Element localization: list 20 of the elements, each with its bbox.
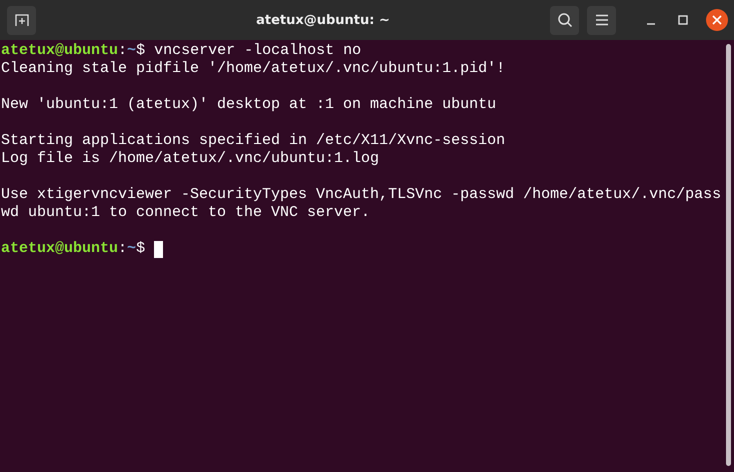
- search-icon: [556, 12, 572, 28]
- scrollbar[interactable]: [726, 44, 731, 466]
- close-icon: [712, 15, 722, 25]
- new-tab-icon: [14, 12, 30, 28]
- window-title: atetux@ubuntu: ~: [255, 12, 391, 28]
- terminal-line: atetux@ubuntu:~$: [1, 240, 146, 258]
- menu-icon: [594, 14, 608, 26]
- terminal-line: Log file is /home/atetux/.vnc/ubuntu:1.log: [1, 150, 380, 168]
- new-tab-button[interactable]: [7, 6, 36, 34]
- terminal-line: wd ubuntu:1 to connect to the VNC server.: [1, 204, 370, 222]
- terminal-line: Use xtigervncviewer -SecurityTypes VncAuth,TLSVnc -passwd /home/atetux/.vnc/pass: [1, 186, 722, 204]
- minimize-icon: [646, 23, 656, 25]
- terminal-line: atetux@ubuntu:~$ vncserver -localhost no: [1, 42, 362, 60]
- search-button[interactable]: [550, 6, 579, 34]
- menu-button[interactable]: [587, 6, 616, 34]
- close-button[interactable]: [706, 9, 728, 31]
- terminal-line: Cleaning stale pidfile '/home/atetux/.vnc/ubuntu:1.pid'!: [1, 60, 506, 78]
- terminal-line: Starting applications specified in /etc/X11/Xvnc-session: [1, 132, 506, 150]
- maximize-icon: [678, 15, 688, 25]
- terminal-line: New 'ubuntu:1 (atetux)' desktop at :1 on machine ubuntu: [1, 96, 496, 114]
